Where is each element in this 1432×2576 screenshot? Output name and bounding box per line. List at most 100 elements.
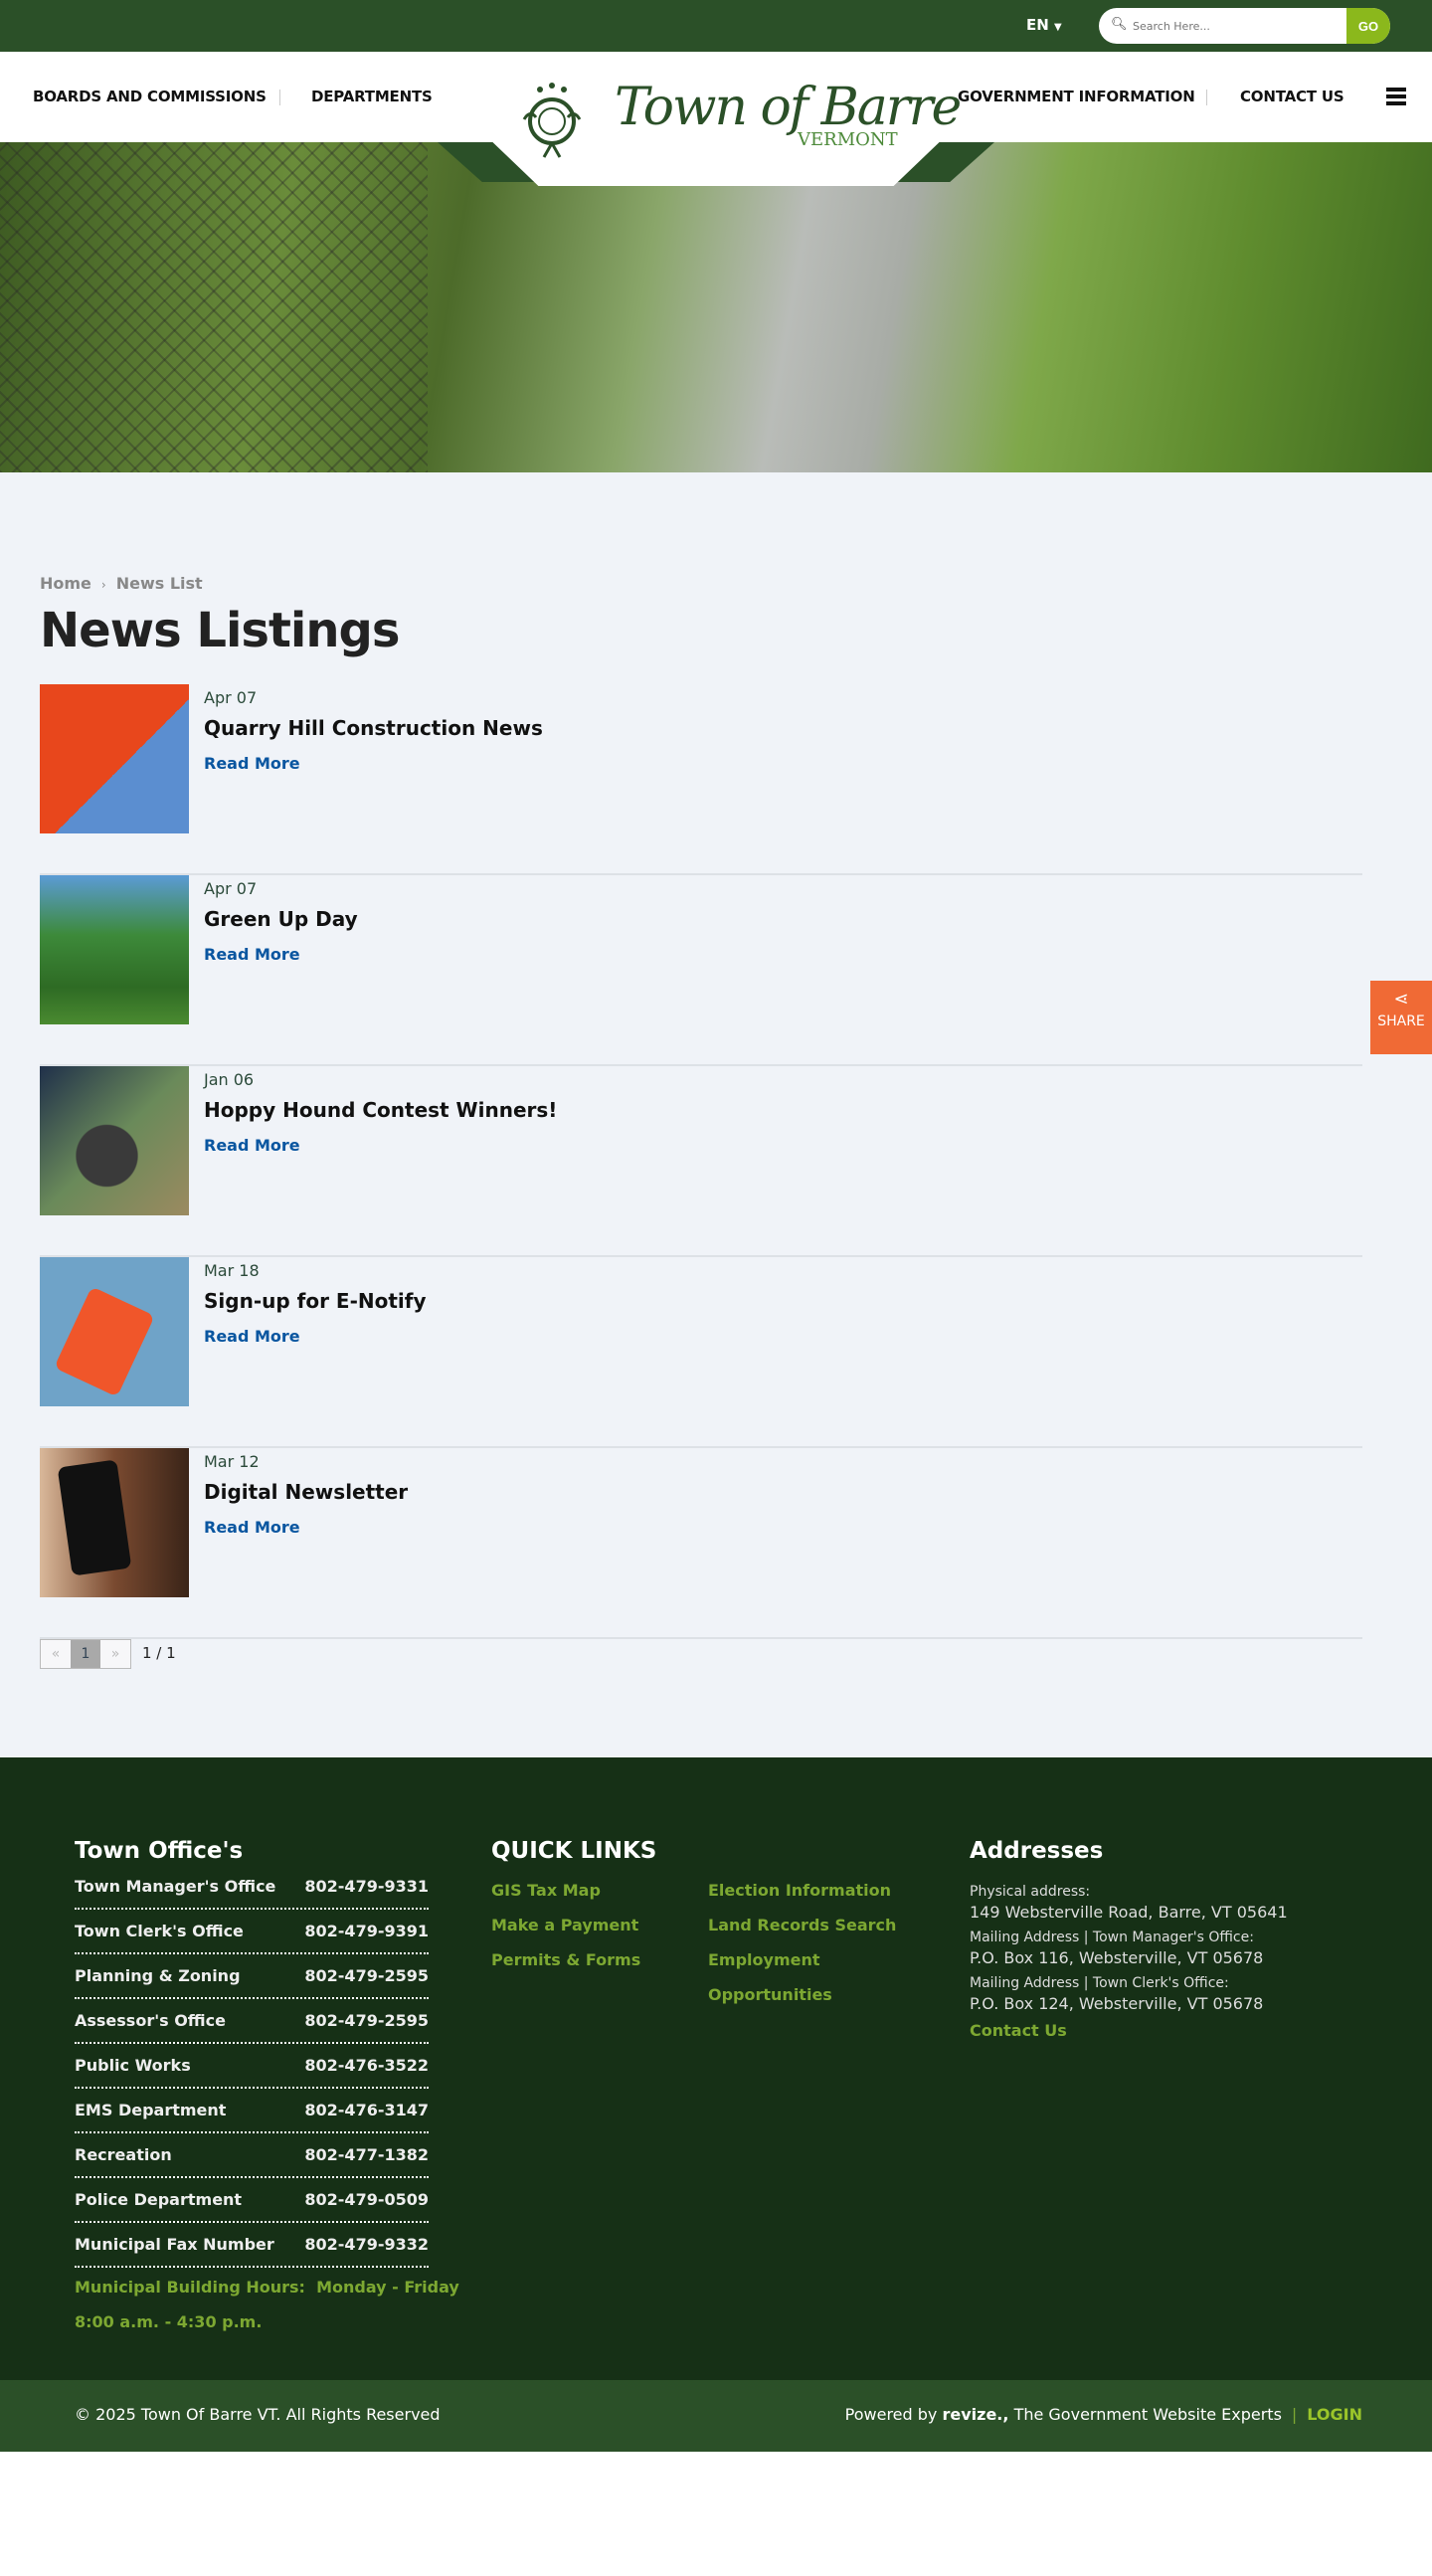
footer-contact-us-link[interactable]: Contact Us bbox=[970, 2021, 1067, 2040]
office-row: Recreation 802-477-1382 bbox=[75, 2133, 429, 2178]
news-date: Apr 07 bbox=[204, 879, 258, 898]
news-item: Apr 07 Quarry Hill Construction News Rea… bbox=[40, 684, 1362, 875]
divider: | bbox=[1291, 2405, 1298, 2424]
office-name: Town Clerk's Office bbox=[75, 1922, 244, 1940]
news-title[interactable]: Quarry Hill Construction News bbox=[204, 716, 543, 740]
office-phone[interactable]: 802-479-2595 bbox=[304, 1966, 429, 1985]
nav-boards-and-commissions[interactable]: BOARDS AND COMMISSIONS bbox=[33, 88, 267, 105]
footer-addresses-heading: Addresses bbox=[970, 1838, 1104, 1864]
office-phone[interactable]: 802-479-0509 bbox=[304, 2190, 429, 2209]
menu-bar bbox=[1386, 88, 1406, 92]
read-more-link[interactable]: Read More bbox=[204, 1327, 300, 1346]
news-thumbnail-alert[interactable] bbox=[40, 1257, 189, 1406]
office-row: Town Clerk's Office 802-479-9391 bbox=[75, 1910, 429, 1954]
powered-prefix: Powered by bbox=[844, 2405, 938, 2424]
powered-suffix: The Government Website Experts bbox=[1013, 2405, 1282, 2424]
pagination-next[interactable]: » bbox=[100, 1640, 130, 1668]
office-phone[interactable]: 802-479-9332 bbox=[304, 2235, 429, 2254]
office-phone[interactable]: 802-477-1382 bbox=[304, 2145, 429, 2164]
quick-link-gis-tax-map[interactable]: GIS Tax Map bbox=[491, 1881, 601, 1900]
revize-link[interactable]: revize., bbox=[942, 2405, 1008, 2424]
office-name: Town Manager's Office bbox=[75, 1877, 276, 1896]
breadcrumb: Home › News List bbox=[40, 574, 203, 593]
quick-link-land-records[interactable]: Land Records Search bbox=[708, 1916, 896, 1934]
read-more-link[interactable]: Read More bbox=[204, 1518, 300, 1537]
address-value: P.O. Box 116, Websterville, VT 05678 bbox=[970, 1948, 1264, 1967]
search-icon: 🔍︎ bbox=[1111, 17, 1128, 32]
footer-quick-links-heading: QUICK LINKS bbox=[491, 1838, 657, 1864]
search-input[interactable] bbox=[1133, 8, 1332, 44]
news-title[interactable]: Digital Newsletter bbox=[204, 1480, 408, 1504]
news-thumbnail-dog[interactable] bbox=[40, 1066, 189, 1215]
menu-bar bbox=[1386, 94, 1406, 98]
news-title[interactable]: Sign-up for E-Notify bbox=[204, 1289, 427, 1313]
chevron-right-icon: › bbox=[100, 578, 106, 592]
office-phone[interactable]: 802-479-9391 bbox=[304, 1922, 429, 1940]
news-thumbnail-phone[interactable] bbox=[40, 1448, 189, 1597]
news-date: Jan 06 bbox=[204, 1070, 255, 1089]
office-name: Recreation bbox=[75, 2145, 172, 2164]
share-icon: ⋖ bbox=[1393, 989, 1409, 1010]
footer-offices-heading: Town Office's bbox=[75, 1838, 244, 1864]
news-title[interactable]: Green Up Day bbox=[204, 907, 358, 931]
address-label: Mailing Address | Town Clerk's Office: bbox=[970, 1975, 1229, 1991]
office-phone[interactable]: 802-476-3522 bbox=[304, 2056, 429, 2075]
address-value: P.O. Box 124, Websterville, VT 05678 bbox=[970, 1994, 1264, 2013]
phone-icon bbox=[57, 1459, 132, 1576]
logo-title[interactable]: Town of Barre bbox=[615, 78, 962, 137]
quick-link-employment[interactable]: Employment bbox=[708, 1950, 820, 1969]
search-go-button[interactable]: GO bbox=[1346, 8, 1390, 44]
phone-alert-icon bbox=[54, 1286, 155, 1397]
office-phone[interactable]: 802-479-9331 bbox=[304, 1877, 429, 1896]
menu-bar bbox=[1386, 101, 1406, 105]
pagination-count: 1 / 1 bbox=[142, 1644, 176, 1662]
office-name: Planning & Zoning bbox=[75, 1966, 241, 1985]
office-row: Public Works 802-476-3522 bbox=[75, 2044, 429, 2089]
office-name: Assessor's Office bbox=[75, 2011, 226, 2030]
breadcrumb-home[interactable]: Home bbox=[40, 574, 91, 593]
read-more-link[interactable]: Read More bbox=[204, 945, 300, 964]
login-link[interactable]: LOGIN bbox=[1307, 2405, 1362, 2424]
quick-link-election-info[interactable]: Election Information bbox=[708, 1881, 891, 1900]
office-row: Police Department 802-479-0509 bbox=[75, 2178, 429, 2223]
hero-fence bbox=[0, 142, 428, 472]
news-date: Mar 18 bbox=[204, 1261, 260, 1280]
pagination: « 1 » bbox=[40, 1639, 131, 1669]
read-more-link[interactable]: Read More bbox=[204, 1136, 300, 1155]
pagination-page-1[interactable]: 1 bbox=[71, 1640, 100, 1668]
nav-government-information[interactable]: GOVERNMENT INFORMATION bbox=[958, 88, 1195, 105]
news-thumbnail-green-up[interactable] bbox=[40, 875, 189, 1024]
share-label: SHARE bbox=[1377, 1013, 1425, 1029]
quick-link-permits-forms[interactable]: Permits & Forms bbox=[491, 1950, 640, 1969]
office-phone[interactable]: 802-476-3147 bbox=[304, 2101, 429, 2119]
language-selector[interactable]: EN ▼ bbox=[1026, 16, 1062, 34]
copyright: © 2025 Town Of Barre VT. All Rights Rese… bbox=[75, 2405, 441, 2424]
office-phone[interactable]: 802-479-2595 bbox=[304, 2011, 429, 2030]
quick-link-make-payment[interactable]: Make a Payment bbox=[491, 1916, 638, 1934]
office-row: Municipal Fax Number 802-479-9332 bbox=[75, 2223, 429, 2268]
office-row: EMS Department 802-476-3147 bbox=[75, 2089, 429, 2133]
town-seal-icon bbox=[522, 83, 582, 158]
hamburger-menu-icon[interactable] bbox=[1386, 88, 1406, 105]
address-label: Physical address: bbox=[970, 1884, 1091, 1900]
address-label: Mailing Address | Town Manager's Office: bbox=[970, 1930, 1254, 1945]
nav-contact-us[interactable]: CONTACT US bbox=[1240, 88, 1344, 105]
news-item: Apr 07 Green Up Day Read More bbox=[40, 875, 1362, 1066]
breadcrumb-current: News List bbox=[115, 574, 203, 593]
quick-link-opportunities[interactable]: Opportunities bbox=[708, 1985, 832, 2004]
address-value: 149 Websterville Road, Barre, VT 05641 bbox=[970, 1903, 1288, 1922]
office-name: Municipal Fax Number bbox=[75, 2235, 274, 2254]
logo-subtitle: VERMONT bbox=[798, 129, 898, 150]
news-thumbnail-road-work[interactable] bbox=[40, 684, 189, 833]
news-date: Mar 12 bbox=[204, 1452, 260, 1471]
building-hours-time: 8:00 a.m. - 4:30 p.m. bbox=[75, 2312, 263, 2331]
nav-departments[interactable]: DEPARTMENTS bbox=[311, 88, 433, 105]
read-more-link[interactable]: Read More bbox=[204, 754, 300, 773]
news-title[interactable]: Hoppy Hound Contest Winners! bbox=[204, 1098, 557, 1122]
office-name: Police Department bbox=[75, 2190, 243, 2209]
pagination-prev[interactable]: « bbox=[41, 1640, 71, 1668]
share-button[interactable]: ⋖ SHARE bbox=[1370, 981, 1432, 1054]
search-form: 🔍︎ GO bbox=[1099, 8, 1390, 44]
powered-by: Powered by revize., The Government Websi… bbox=[845, 2405, 1362, 2424]
caret-down-icon: ▼ bbox=[1054, 22, 1062, 33]
